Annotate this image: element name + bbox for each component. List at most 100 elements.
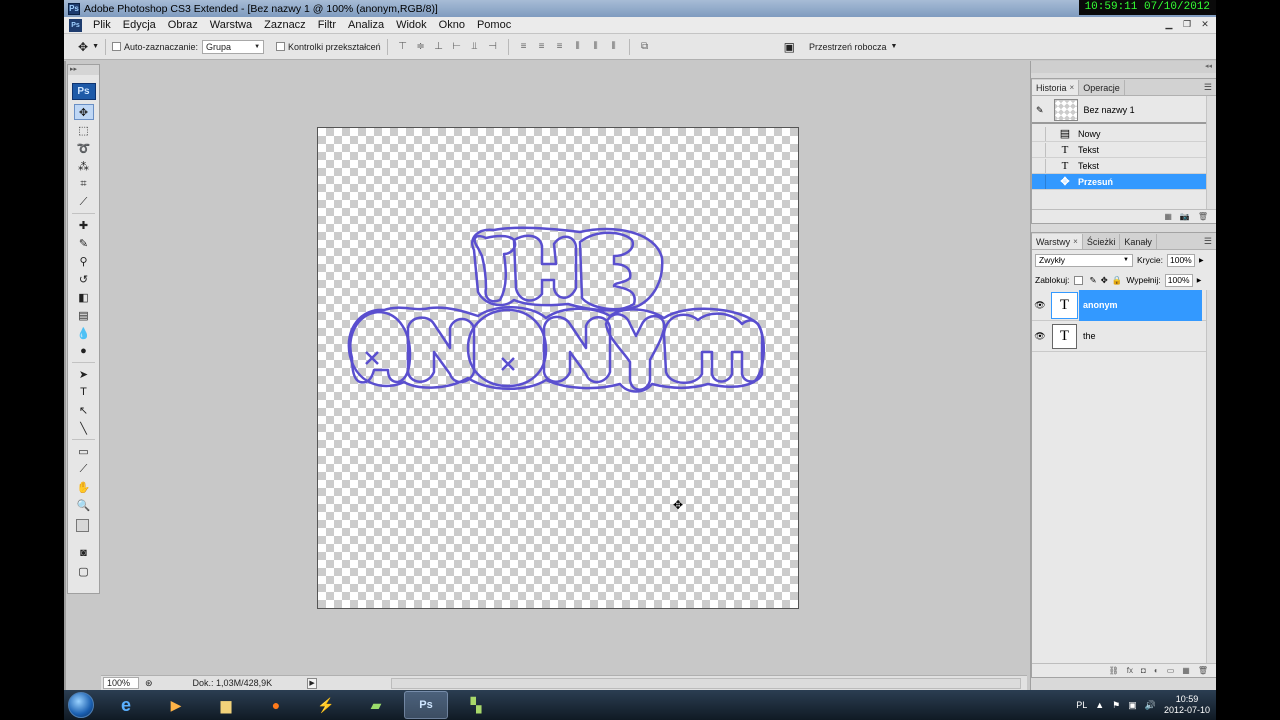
photoshop-menu-icon[interactable]: Ps <box>69 18 82 32</box>
tray-clock[interactable]: 10:59 2012-07-10 <box>1164 694 1210 716</box>
notes-app-icon[interactable]: ▰ <box>354 691 398 719</box>
notes-tool-icon[interactable]: ▭ <box>74 443 94 459</box>
history-source-slot[interactable] <box>1034 174 1046 189</box>
menu-warstwa[interactable]: Warstwa <box>204 19 258 31</box>
history-source-slot[interactable] <box>1034 142 1046 157</box>
lock-pixels-icon[interactable]: ✎ <box>1090 275 1097 286</box>
opacity-arrow-icon[interactable]: ▶ <box>1199 257 1204 264</box>
transform-controls-checkbox[interactable] <box>276 42 286 51</box>
clone-stamp-icon[interactable]: ⚲ <box>74 253 94 269</box>
preview-icon[interactable]: ⊛ <box>145 678 153 689</box>
restore-icon[interactable]: ❐ <box>1180 18 1194 31</box>
fill-arrow-icon[interactable]: ▶ <box>1197 277 1202 284</box>
tray-expand-icon[interactable]: ▲ <box>1095 700 1104 710</box>
layer-style-icon[interactable]: fx <box>1127 666 1133 675</box>
close-icon[interactable]: × <box>1070 83 1075 92</box>
eraser-tool-icon[interactable]: ◧ <box>74 289 94 305</box>
align-vcenter-icon[interactable]: ≑ <box>414 41 428 53</box>
tab-operacje[interactable]: Operacje <box>1079 80 1125 95</box>
direct-selection-icon[interactable]: ↖ <box>74 402 94 418</box>
align-bottom-icon[interactable]: ⊥ <box>432 41 446 53</box>
move-tool-icon[interactable]: ✥ <box>73 104 94 120</box>
gradient-tool-icon[interactable]: ▤ <box>74 307 94 323</box>
menu-okno[interactable]: Okno <box>433 19 471 31</box>
menu-analiza[interactable]: Analiza <box>342 19 390 31</box>
volume-icon[interactable]: 🔊 <box>1145 700 1156 711</box>
trash-icon[interactable]: 🗑 <box>1198 666 1208 675</box>
new-document-from-state-icon[interactable]: ▦ <box>1164 212 1172 221</box>
distribute-left-icon[interactable]: ⦀ <box>571 41 585 53</box>
history-source-slot[interactable] <box>1034 126 1046 141</box>
photoshop-taskbar-icon[interactable]: Ps <box>404 691 448 719</box>
chevron-down-icon[interactable]: ▼ <box>890 43 897 50</box>
minimize-icon[interactable]: ▁ <box>1162 18 1176 31</box>
workspace-icon[interactable]: ▣ <box>784 40 795 54</box>
link-layers-icon[interactable]: ⛓ <box>1109 666 1119 675</box>
history-item-selected[interactable]: ✥ Przesuń <box>1032 174 1216 190</box>
network-icon[interactable]: ▣ <box>1128 700 1137 711</box>
history-brush-source-icon[interactable]: ✎ <box>1036 105 1044 116</box>
fill-input[interactable]: 100% <box>1164 273 1193 287</box>
tab-sciezki[interactable]: Ścieżki <box>1083 234 1121 249</box>
blur-tool-icon[interactable]: 💧 <box>74 325 94 341</box>
distribute-bottom-icon[interactable]: ≡ <box>553 41 567 53</box>
status-menu-arrow-icon[interactable]: ▶ <box>307 677 318 689</box>
type-tool-icon[interactable]: T <box>74 384 94 400</box>
opacity-input[interactable]: 100% <box>1166 253 1195 267</box>
menu-edycja[interactable]: Edycja <box>117 19 162 31</box>
layer-name-box[interactable]: the <box>1083 321 1202 352</box>
horizontal-scrollbar[interactable] <box>391 678 1021 689</box>
firefox-icon[interactable]: ● <box>254 691 298 719</box>
history-snapshot[interactable]: ✎ Bez nazwy 1 <box>1032 98 1216 124</box>
screen-mode-icon[interactable]: ▢ <box>74 563 94 579</box>
workspace-menu[interactable]: Przestrzeń robocza <box>809 42 887 52</box>
explorer-folder-icon[interactable]: ▆ <box>204 691 248 719</box>
distribute-hcenter-icon[interactable]: ⦀ <box>589 41 603 53</box>
healing-brush-icon[interactable]: ✚ <box>74 217 94 233</box>
auto-select-checkbox[interactable] <box>112 42 121 51</box>
menu-zaznacz[interactable]: Zaznacz <box>258 19 312 31</box>
menu-plik[interactable]: Plik <box>87 19 117 31</box>
ps-logo[interactable]: Ps <box>71 83 96 100</box>
eye-icon[interactable]: 👁 <box>1032 300 1048 311</box>
history-item[interactable]: T Tekst <box>1032 142 1216 158</box>
distribute-vcenter-icon[interactable]: ≡ <box>535 41 549 53</box>
menu-widok[interactable]: Widok <box>390 19 433 31</box>
internet-explorer-icon[interactable]: e <box>104 691 148 719</box>
hand-tool-icon[interactable]: ✋ <box>74 479 94 495</box>
line-tool-icon[interactable]: ╲ <box>74 420 94 436</box>
collapse-dock-icon[interactable]: ◂◂ <box>1031 61 1216 73</box>
trash-icon[interactable]: 🗑 <box>1198 212 1208 221</box>
language-indicator[interactable]: PL <box>1076 700 1087 710</box>
panel-menu-icon[interactable]: ☰ <box>1204 236 1212 247</box>
distribute-right-icon[interactable]: ⦀ <box>607 41 621 53</box>
panel-menu-icon[interactable]: ☰ <box>1204 82 1212 93</box>
tab-kanaly[interactable]: Kanały <box>1120 234 1157 249</box>
layer-row-selected[interactable]: 👁 T anonym <box>1032 289 1216 321</box>
lock-transparency-icon[interactable] <box>1073 275 1083 285</box>
app-icon[interactable]: ▚ <box>454 691 498 719</box>
auto-align-icon[interactable]: ⧉ <box>638 41 652 53</box>
history-brush-icon[interactable]: ↺ <box>74 271 94 287</box>
brush-tool-icon[interactable]: ✎ <box>74 235 94 251</box>
document-canvas[interactable] <box>317 127 799 609</box>
align-left-icon[interactable]: ⊢ <box>450 41 464 53</box>
chevron-down-icon[interactable]: ▼ <box>92 43 99 50</box>
align-right-icon[interactable]: ⊣ <box>486 41 500 53</box>
adjustment-layer-icon[interactable]: ◐ <box>1154 666 1159 675</box>
path-selection-icon[interactable]: ➤ <box>74 366 94 382</box>
close-icon[interactable]: × <box>1073 237 1078 246</box>
crop-tool-icon[interactable]: ⌗ <box>74 176 94 192</box>
distribute-top-icon[interactable]: ≡ <box>517 41 531 53</box>
history-source-slot[interactable] <box>1034 158 1046 173</box>
layer-mask-icon[interactable]: ◘ <box>1141 666 1146 675</box>
move-tool-preset-icon[interactable]: ✥ <box>78 40 88 54</box>
layer-row[interactable]: 👁 T the <box>1032 321 1216 352</box>
start-button[interactable] <box>64 690 98 720</box>
media-player-icon[interactable]: ▶ <box>154 691 198 719</box>
vertical-scrollbar[interactable] <box>1206 290 1216 663</box>
marquee-tool-icon[interactable]: ⬚ <box>74 122 94 138</box>
close-icon[interactable]: ✕ <box>1198 18 1212 31</box>
eye-icon[interactable]: 👁 <box>1032 331 1048 342</box>
align-top-icon[interactable]: ⊤ <box>396 41 410 53</box>
